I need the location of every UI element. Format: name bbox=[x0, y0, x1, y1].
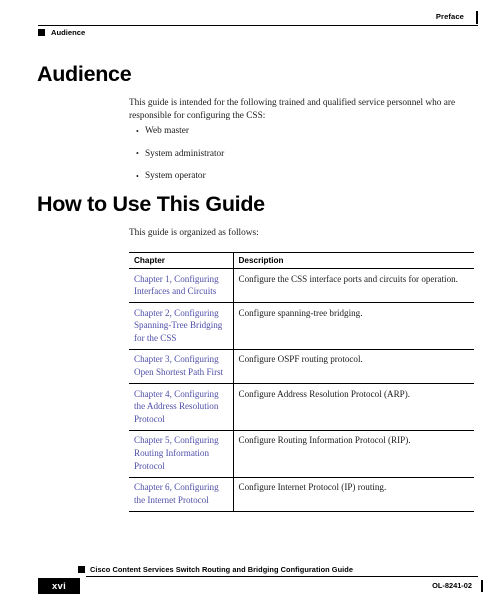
table-cell-chapter: Chapter 1, Configuring Interfaces and Ci… bbox=[129, 268, 233, 304]
page-title-how-to-use-this-guide: How to Use This Guide bbox=[37, 192, 265, 216]
guide-organization-table: Chapter Description Chapter 1, Configuri… bbox=[129, 252, 474, 512]
footer-document-id: OL-8241-02 bbox=[432, 581, 472, 590]
table-cell-chapter: Chapter 6, Configuring the Internet Prot… bbox=[129, 477, 233, 512]
table-row: Chapter 2, Configuring Spanning-Tree Bri… bbox=[129, 302, 474, 350]
column-header-chapter: Chapter bbox=[129, 252, 233, 269]
chapter-link[interactable]: Chapter 2, Configuring Spanning-Tree Bri… bbox=[134, 308, 222, 343]
list-item: System administrator bbox=[129, 148, 459, 160]
table-row: Chapter 3, Configuring Open Shortest Pat… bbox=[129, 349, 474, 385]
table-header-row: Chapter Description bbox=[129, 252, 474, 269]
header-divider bbox=[38, 24, 478, 26]
header-end-bar-icon bbox=[475, 11, 478, 24]
audience-bullet-list: Web master System administrator System o… bbox=[129, 126, 459, 194]
footer-end-bar-icon bbox=[480, 580, 483, 592]
table-cell-chapter: Chapter 4, Configuring the Address Resol… bbox=[129, 383, 233, 431]
table-cell-chapter: Chapter 2, Configuring Spanning-Tree Bri… bbox=[129, 302, 233, 350]
table-cell-description: Configure spanning-tree bridging. bbox=[232, 302, 474, 350]
table-row: Chapter 1, Configuring Interfaces and Ci… bbox=[129, 268, 474, 304]
table-cell-description: Configure the CSS interface ports and ci… bbox=[232, 268, 474, 304]
chapter-link[interactable]: Chapter 6, Configuring the Internet Prot… bbox=[134, 482, 219, 505]
black-square-icon bbox=[38, 29, 45, 36]
table-cell-description: Configure Address Resolution Protocol (A… bbox=[232, 383, 474, 431]
page-number-badge: xvi bbox=[38, 578, 80, 594]
page-title-audience: Audience bbox=[37, 62, 132, 86]
table-cell-chapter: Chapter 5, Configuring Routing Informati… bbox=[129, 430, 233, 478]
table-row: Chapter 6, Configuring the Internet Prot… bbox=[129, 477, 474, 512]
header-section-label: Audience bbox=[51, 28, 86, 37]
chapter-link[interactable]: Chapter 1, Configuring Interfaces and Ci… bbox=[134, 274, 219, 297]
chapter-link[interactable]: Chapter 5, Configuring Routing Informati… bbox=[134, 435, 219, 470]
table-row: Chapter 5, Configuring Routing Informati… bbox=[129, 430, 474, 478]
page-header: Preface Audience bbox=[38, 11, 478, 42]
how-to-use-paragraph: This guide is organized as follows: bbox=[129, 228, 259, 238]
header-section: Audience bbox=[38, 28, 85, 37]
audience-paragraph: This guide is intended for the following… bbox=[129, 98, 456, 122]
black-square-icon bbox=[78, 566, 85, 573]
table-cell-chapter: Chapter 3, Configuring Open Shortest Pat… bbox=[129, 349, 233, 385]
list-item: Web master bbox=[129, 126, 459, 137]
header-chapter-label: Preface bbox=[435, 12, 464, 21]
footer-divider bbox=[86, 575, 478, 577]
table-cell-description: Configure OSPF routing protocol. bbox=[232, 349, 474, 385]
column-header-description: Description bbox=[232, 252, 474, 269]
table-cell-description: Configure Routing Information Protocol (… bbox=[232, 430, 474, 478]
table-cell-description: Configure Internet Protocol (IP) routing… bbox=[232, 477, 474, 512]
list-item: System operator bbox=[129, 171, 459, 182]
table-row: Chapter 4, Configuring the Address Resol… bbox=[129, 383, 474, 431]
chapter-link[interactable]: Chapter 3, Configuring Open Shortest Pat… bbox=[134, 354, 223, 377]
footer-document-title: Cisco Content Services Switch Routing an… bbox=[90, 565, 357, 574]
chapter-link[interactable]: Chapter 4, Configuring the Address Resol… bbox=[134, 389, 219, 424]
